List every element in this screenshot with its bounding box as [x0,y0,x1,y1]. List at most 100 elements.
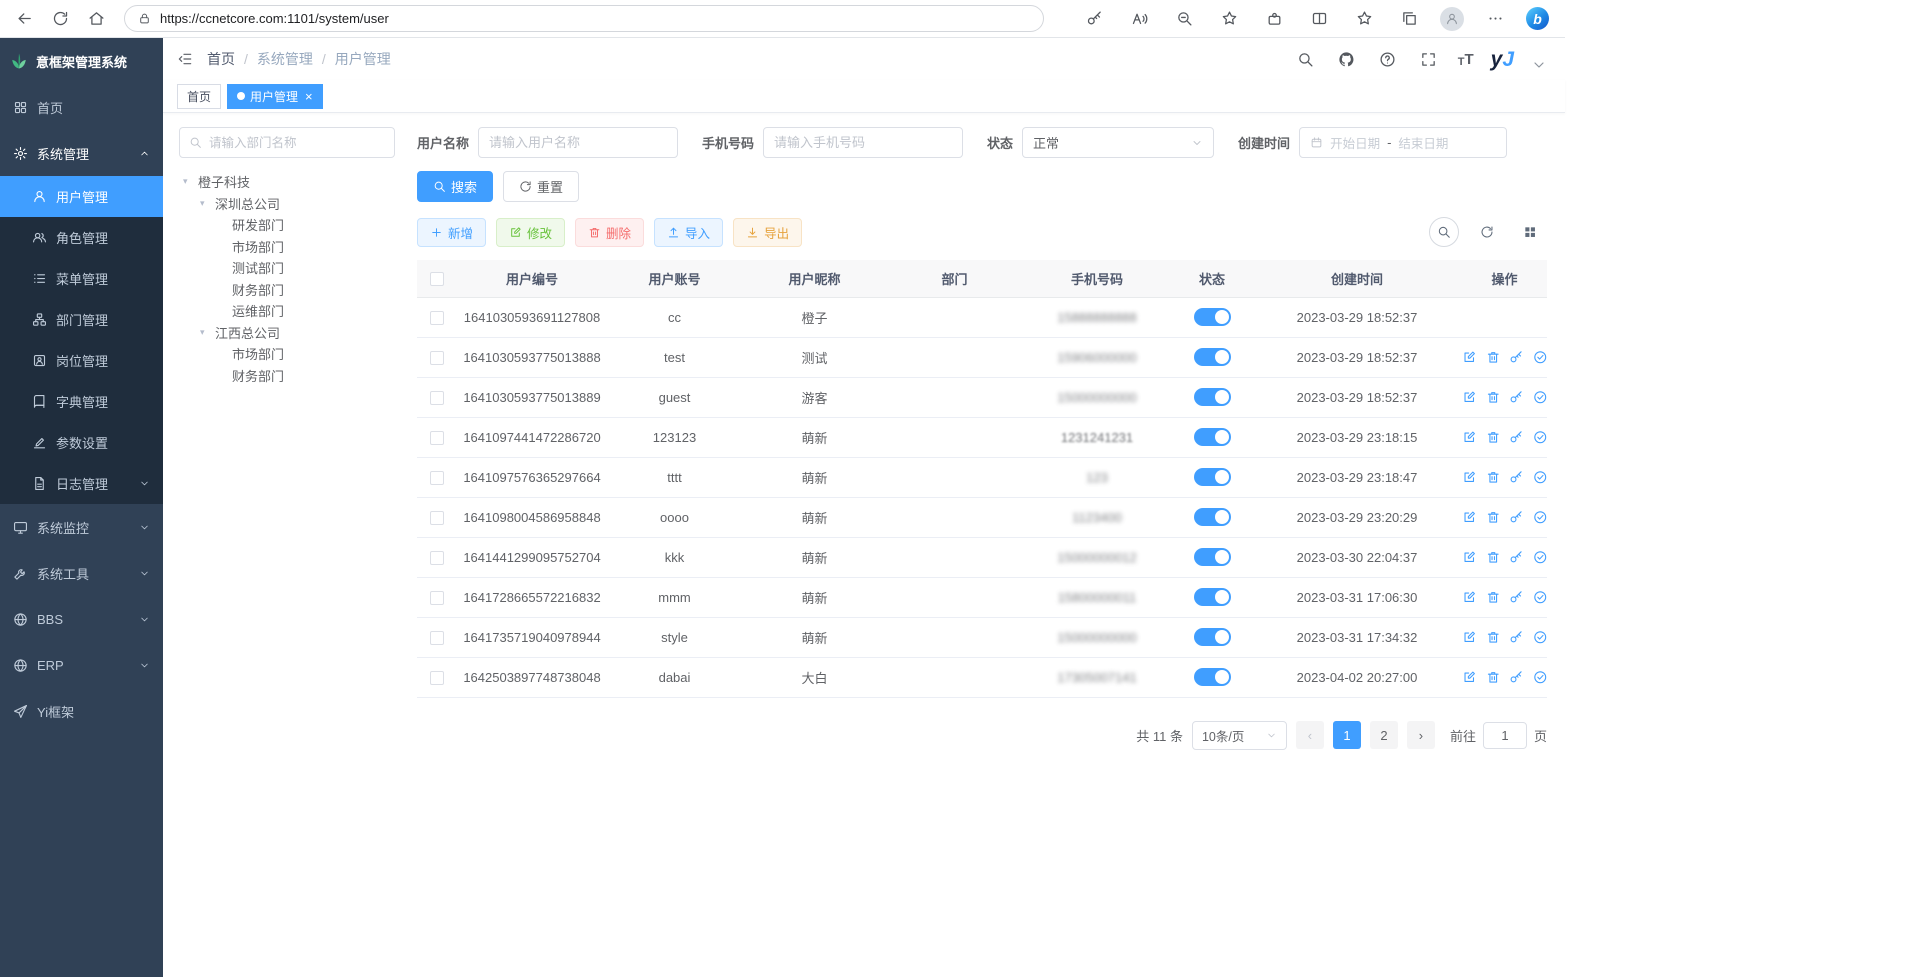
row-checkbox[interactable] [430,551,444,565]
row-checkbox[interactable] [430,311,444,325]
address-bar[interactable]: https://ccnetcore.com:1101/system/user [124,5,1044,32]
import-button[interactable]: 导入 [654,218,723,247]
reset-password-action-icon[interactable] [1509,590,1524,605]
next-page-button[interactable]: › [1407,721,1435,749]
sidebar-item-erp[interactable]: ERP [0,642,163,688]
delete-action-icon[interactable] [1486,550,1501,565]
caret-down-icon[interactable]: ▾ [200,327,215,338]
status-toggle[interactable] [1194,508,1231,526]
assign-role-action-icon[interactable] [1533,670,1548,685]
delete-action-icon[interactable] [1486,630,1501,645]
sidebar-item-dict[interactable]: 字典管理 [0,381,163,422]
phone-input[interactable] [774,135,952,150]
status-select[interactable]: 正常 [1022,127,1214,158]
caret-down-icon[interactable]: ▾ [200,198,215,209]
assign-role-action-icon[interactable] [1533,470,1548,485]
header-help-button[interactable] [1376,47,1400,71]
goto-page-input[interactable] [1483,722,1527,749]
tree-node[interactable]: 财务部门 [179,279,395,301]
extensions-icon[interactable] [1260,5,1288,33]
header-fullscreen-button[interactable] [1417,47,1441,71]
favorite-add-icon[interactable] [1215,5,1243,33]
sidebar-item-role[interactable]: 角色管理 [0,217,163,258]
tree-node[interactable]: 市场部门 [179,343,395,365]
assign-role-action-icon[interactable] [1533,430,1548,445]
sidebar-item-config[interactable]: 参数设置 [0,422,163,463]
reset-password-action-icon[interactable] [1509,350,1524,365]
breadcrumb-item[interactable]: 用户管理 [335,49,391,69]
edit-action-icon[interactable] [1462,350,1477,365]
edit-action-icon[interactable] [1462,590,1477,605]
sidebar-item-dept[interactable]: 部门管理 [0,299,163,340]
header-github-button[interactable] [1335,47,1359,71]
tree-node[interactable]: 财务部门 [179,365,395,387]
tree-node[interactable]: ▾橙子科技 [179,171,395,193]
caret-down-icon[interactable]: ▾ [183,176,198,187]
prev-page-button[interactable]: ‹ [1296,721,1324,749]
sidebar-item-tool[interactable]: 系统工具 [0,550,163,596]
refresh-table-button[interactable] [1472,217,1502,247]
tab-首页[interactable]: 首页 [177,84,221,109]
tree-node[interactable]: 市场部门 [179,236,395,258]
username-input[interactable] [489,135,667,150]
status-toggle[interactable] [1194,468,1231,486]
page-button-2[interactable]: 2 [1370,721,1398,749]
profile-avatar[interactable] [1440,7,1464,31]
tree-node[interactable]: 测试部门 [179,257,395,279]
tree-node[interactable]: 研发部门 [179,214,395,236]
sidebar-item-bbs[interactable]: BBS [0,596,163,642]
status-toggle[interactable] [1194,588,1231,606]
tree-node[interactable]: ▾深圳总公司 [179,193,395,215]
date-range-picker[interactable]: 开始日期 - 结束日期 [1299,127,1507,158]
reset-password-action-icon[interactable] [1509,630,1524,645]
row-checkbox[interactable] [430,431,444,445]
edit-action-icon[interactable] [1462,510,1477,525]
assign-role-action-icon[interactable] [1533,630,1548,645]
browser-back-button[interactable] [10,5,38,33]
reset-button[interactable]: 重置 [503,171,579,202]
status-toggle[interactable] [1194,388,1231,406]
status-toggle[interactable] [1194,308,1231,326]
breadcrumb-item[interactable]: 首页 [207,49,235,69]
row-checkbox[interactable] [430,591,444,605]
search-button[interactable]: 搜索 [417,171,493,202]
dept-search-input[interactable] [209,136,385,150]
sidebar-item-yiframe[interactable]: Yi框架 [0,688,163,734]
favorites-icon[interactable] [1350,5,1378,33]
sidebar-item-log[interactable]: 日志管理 [0,463,163,504]
sidebar-item-system[interactable]: 系统管理 [0,130,163,176]
status-toggle[interactable] [1194,548,1231,566]
assign-role-action-icon[interactable] [1533,550,1548,565]
edit-action-icon[interactable] [1462,470,1477,485]
sidebar-item-menu[interactable]: 菜单管理 [0,258,163,299]
bing-discover-icon[interactable]: b [1526,7,1549,30]
browser-home-button[interactable] [82,5,110,33]
edit-action-icon[interactable] [1462,550,1477,565]
sidebar-item-monitor[interactable]: 系统监控 [0,504,163,550]
dept-search-box[interactable] [179,127,395,158]
status-toggle[interactable] [1194,348,1231,366]
toggle-search-button[interactable] [1429,217,1459,247]
delete-action-icon[interactable] [1486,430,1501,445]
breadcrumb-item[interactable]: 系统管理 [257,49,313,69]
assign-role-action-icon[interactable] [1533,590,1548,605]
delete-action-icon[interactable] [1486,590,1501,605]
user-logo[interactable]: yJ [1491,49,1514,70]
status-toggle[interactable] [1194,628,1231,646]
page-size-select[interactable]: 10条/页 [1192,721,1287,750]
add-button[interactable]: 新增 [417,218,486,247]
row-checkbox[interactable] [430,351,444,365]
read-aloud-icon[interactable] [1125,5,1153,33]
browser-refresh-button[interactable] [46,5,74,33]
delete-action-icon[interactable] [1486,670,1501,685]
row-checkbox[interactable] [430,511,444,525]
delete-action-icon[interactable] [1486,510,1501,525]
sidebar-item-home[interactable]: 首页 [0,84,163,130]
modify-button[interactable]: 修改 [496,218,565,247]
row-checkbox[interactable] [430,631,444,645]
row-checkbox[interactable] [430,471,444,485]
row-checkbox[interactable] [430,391,444,405]
page-button-1[interactable]: 1 [1333,721,1361,749]
tree-node[interactable]: 运维部门 [179,300,395,322]
export-button[interactable]: 导出 [733,218,802,247]
